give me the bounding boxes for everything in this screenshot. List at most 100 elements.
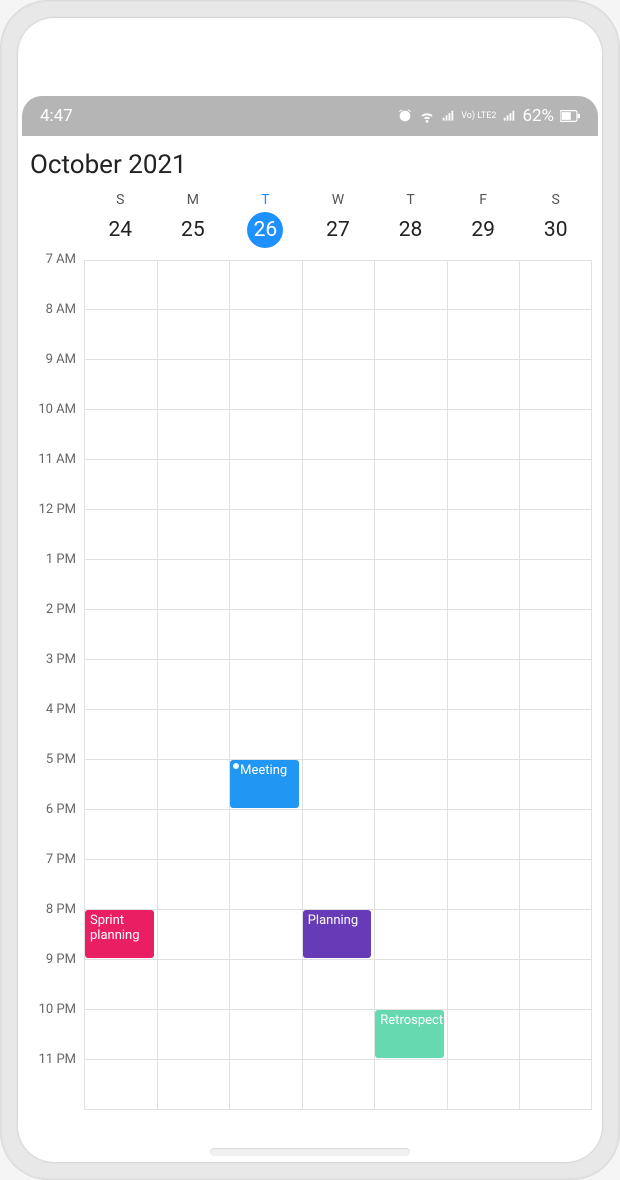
hour-cell[interactable] <box>520 360 591 410</box>
hour-cell[interactable] <box>520 660 591 710</box>
hour-cell[interactable] <box>520 710 591 760</box>
hour-cell[interactable] <box>230 560 302 610</box>
hour-cell[interactable] <box>448 960 520 1010</box>
hour-cell[interactable] <box>85 960 157 1010</box>
hour-cell[interactable] <box>375 410 447 460</box>
event-retrospective[interactable]: Retrospective <box>375 1010 444 1058</box>
hour-cell[interactable] <box>158 360 230 410</box>
hour-cell[interactable] <box>85 660 157 710</box>
hour-cell[interactable] <box>230 360 302 410</box>
hour-cell[interactable] <box>448 310 520 360</box>
hour-cell[interactable] <box>448 560 520 610</box>
hour-cell[interactable] <box>375 260 447 310</box>
hour-cell[interactable] <box>85 560 157 610</box>
hour-cell[interactable] <box>85 510 157 560</box>
hour-cell[interactable] <box>85 310 157 360</box>
hour-cell[interactable] <box>448 1010 520 1060</box>
hour-cell[interactable] <box>520 960 591 1010</box>
hour-cell[interactable] <box>303 1010 375 1060</box>
hour-cell[interactable] <box>448 910 520 960</box>
hour-cell[interactable] <box>158 610 230 660</box>
hour-cell[interactable] <box>230 660 302 710</box>
hour-cell[interactable] <box>158 710 230 760</box>
grid-column[interactable] <box>374 260 447 1110</box>
hour-cell[interactable] <box>85 1010 157 1060</box>
hour-cell[interactable] <box>85 260 157 310</box>
hour-cell[interactable] <box>375 360 447 410</box>
day-number[interactable]: 27 <box>320 212 356 248</box>
day-number[interactable]: 24 <box>102 212 138 248</box>
hour-cell[interactable] <box>375 460 447 510</box>
hour-cell[interactable] <box>448 760 520 810</box>
hour-cell[interactable] <box>375 910 447 960</box>
event-planning[interactable]: Planning <box>303 910 372 958</box>
hour-cell[interactable] <box>303 360 375 410</box>
hour-cell[interactable] <box>448 610 520 660</box>
hour-cell[interactable] <box>85 810 157 860</box>
hour-cell[interactable] <box>375 610 447 660</box>
day-number[interactable]: 28 <box>393 212 429 248</box>
grid-cells[interactable] <box>84 260 592 1110</box>
hour-cell[interactable] <box>230 610 302 660</box>
hour-cell[interactable] <box>85 410 157 460</box>
day-column-25[interactable]: M25 <box>157 192 230 248</box>
grid-column[interactable] <box>447 260 520 1110</box>
hour-cell[interactable] <box>520 760 591 810</box>
day-number[interactable]: 29 <box>465 212 501 248</box>
hour-cell[interactable] <box>375 1060 447 1110</box>
hour-cell[interactable] <box>375 760 447 810</box>
grid-column[interactable] <box>84 260 157 1110</box>
hour-cell[interactable] <box>230 810 302 860</box>
hour-cell[interactable] <box>230 910 302 960</box>
hour-cell[interactable] <box>158 510 230 560</box>
day-column-28[interactable]: T28 <box>374 192 447 248</box>
hour-cell[interactable] <box>303 960 375 1010</box>
hour-cell[interactable] <box>375 860 447 910</box>
hour-cell[interactable] <box>158 910 230 960</box>
hour-cell[interactable] <box>158 760 230 810</box>
hour-cell[interactable] <box>230 1060 302 1110</box>
hour-cell[interactable] <box>85 610 157 660</box>
hour-cell[interactable] <box>448 460 520 510</box>
hour-cell[interactable] <box>158 460 230 510</box>
grid-column[interactable] <box>302 260 375 1110</box>
hour-cell[interactable] <box>448 260 520 310</box>
hour-cell[interactable] <box>303 460 375 510</box>
hour-cell[interactable] <box>448 410 520 460</box>
hour-cell[interactable] <box>375 710 447 760</box>
hour-cell[interactable] <box>520 410 591 460</box>
hour-cell[interactable] <box>158 660 230 710</box>
hour-cell[interactable] <box>230 710 302 760</box>
hour-cell[interactable] <box>375 660 447 710</box>
hour-cell[interactable] <box>448 660 520 710</box>
grid-body[interactable]: 7 AM8 AM9 AM10 AM11 AM12 PM1 PM2 PM3 PM4… <box>28 260 592 1110</box>
hour-cell[interactable] <box>520 560 591 610</box>
hour-cell[interactable] <box>375 510 447 560</box>
hour-cell[interactable] <box>303 410 375 460</box>
hour-cell[interactable] <box>158 860 230 910</box>
hour-cell[interactable] <box>520 260 591 310</box>
hour-cell[interactable] <box>303 710 375 760</box>
hour-cell[interactable] <box>375 560 447 610</box>
hour-cell[interactable] <box>158 810 230 860</box>
hour-cell[interactable] <box>85 1060 157 1110</box>
hour-cell[interactable] <box>158 560 230 610</box>
hour-cell[interactable] <box>375 310 447 360</box>
hour-cell[interactable] <box>520 460 591 510</box>
hour-cell[interactable] <box>85 710 157 760</box>
event-sprint-planning[interactable]: Sprint planning <box>85 910 154 958</box>
grid-column[interactable] <box>519 260 592 1110</box>
hour-cell[interactable] <box>85 460 157 510</box>
hour-cell[interactable] <box>520 810 591 860</box>
hour-cell[interactable] <box>158 1010 230 1060</box>
hour-cell[interactable] <box>303 1060 375 1110</box>
hour-cell[interactable] <box>158 310 230 360</box>
hour-cell[interactable] <box>303 760 375 810</box>
day-column-30[interactable]: S30 <box>519 192 592 248</box>
hour-cell[interactable] <box>448 1060 520 1110</box>
week-grid[interactable]: 7 AM8 AM9 AM10 AM11 AM12 PM1 PM2 PM3 PM4… <box>28 260 592 1110</box>
hour-cell[interactable] <box>230 510 302 560</box>
hour-cell[interactable] <box>158 1060 230 1110</box>
day-column-26[interactable]: T26 <box>229 192 302 248</box>
hour-cell[interactable] <box>520 610 591 660</box>
